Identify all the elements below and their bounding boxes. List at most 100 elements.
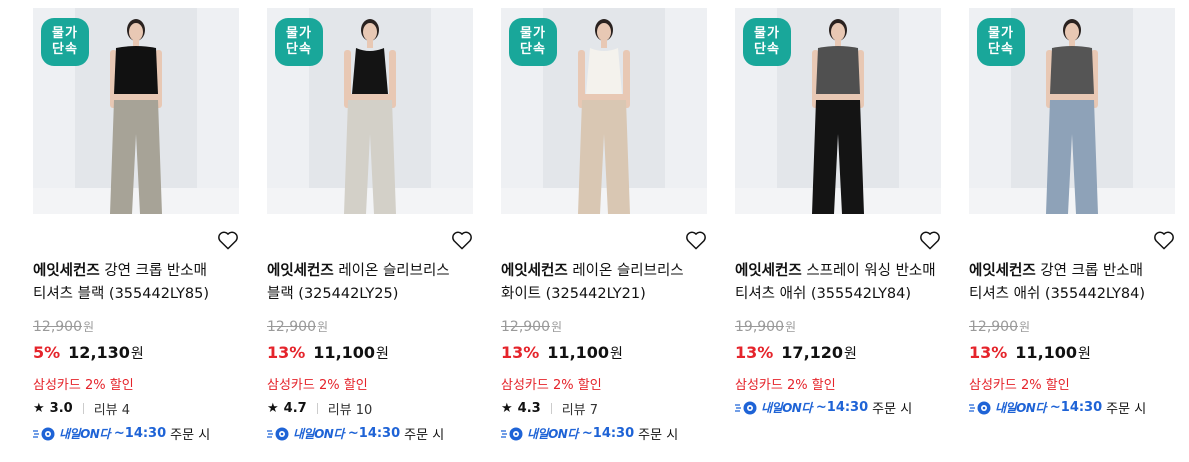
review-count[interactable]: 리뷰 7 xyxy=(562,399,598,418)
original-price-unit: 원 xyxy=(785,320,797,334)
product-image[interactable]: 물가 단속 xyxy=(33,8,239,214)
review-count[interactable]: 리뷰 10 xyxy=(328,399,373,418)
original-price-value: 12,900 xyxy=(969,319,1018,335)
sale-price-value: 11,100 xyxy=(313,343,376,362)
badge-line-2: 단속 xyxy=(988,42,1014,57)
sale-price-unit: 원 xyxy=(844,346,857,362)
star-icon: ★ xyxy=(501,401,513,416)
star-icon: ★ xyxy=(267,401,279,416)
brand-name: 에잇세컨즈 xyxy=(969,263,1036,279)
badge-line-1: 물가 xyxy=(520,26,546,41)
sale-price-unit: 원 xyxy=(1078,346,1091,362)
original-price-value: 12,900 xyxy=(267,319,316,335)
rating-score: 4.7 xyxy=(283,401,307,416)
card-discount: 삼성카드 2% 할인 xyxy=(735,378,836,393)
original-price: 12,900원 xyxy=(267,318,328,335)
delivery-cutoff-time: ~14:30 xyxy=(113,426,167,441)
delivery-info: 내일ON다 ~14:30 주문 시 xyxy=(501,424,678,443)
sale-price-value: 11,100 xyxy=(547,343,610,362)
heart-outline-icon[interactable] xyxy=(919,230,941,250)
badge-line-1: 물가 xyxy=(286,26,312,41)
delivery-cutoff-time: ~14:30 xyxy=(1049,400,1103,415)
delivery-cutoff-time: ~14:30 xyxy=(815,400,869,415)
sale-price: 5% 12,130원 xyxy=(33,343,144,363)
product-title[interactable]: 에잇세컨즈 강연 크롭 반소매 티셔츠 블랙 (355442LY85) xyxy=(33,260,239,306)
discount-rate: 13% xyxy=(735,343,774,362)
original-price-unit: 원 xyxy=(83,320,95,334)
sale-price-unit: 원 xyxy=(376,346,389,362)
model-photo xyxy=(110,19,162,214)
original-price: 12,900원 xyxy=(501,318,562,335)
delivery-cutoff-time: ~14:30 xyxy=(347,426,401,441)
product-card[interactable]: 물가 단속 에잇세컨즈 강연 크롭 반소매 티셔츠 블랙 (355442LY85… xyxy=(33,8,239,458)
discount-rate: 5% xyxy=(33,343,61,362)
product-card[interactable]: 물가 단속 에잇세컨즈 강연 크롭 반소매 티셔츠 애쉬 (355442LY84… xyxy=(969,8,1175,458)
delivery-suffix: 주문 시 xyxy=(638,428,679,443)
divider xyxy=(82,403,84,414)
sale-price: 13% 11,100원 xyxy=(267,343,389,363)
price-crackdown-badge: 물가 단속 xyxy=(275,18,323,66)
price-crackdown-badge: 물가 단속 xyxy=(509,18,557,66)
sale-price: 13% 17,120원 xyxy=(735,343,857,363)
product-title[interactable]: 에잇세컨즈 레이온 슬리브리스 블랙 (325442LY25) xyxy=(267,260,473,306)
sale-price-value: 17,120 xyxy=(781,343,844,362)
discount-rate: 13% xyxy=(501,343,540,362)
product-card[interactable]: 물가 단속 에잇세컨즈 스프레이 워싱 반소매 티셔츠 애쉬 (355542LY… xyxy=(735,8,941,458)
discount-rate: 13% xyxy=(267,343,306,362)
sale-price-unit: 원 xyxy=(610,346,623,362)
original-price-unit: 원 xyxy=(1019,320,1031,334)
badge-line-1: 물가 xyxy=(52,26,78,41)
heart-outline-icon[interactable] xyxy=(1153,230,1175,250)
original-price: 12,900원 xyxy=(969,318,1030,335)
delivery-truck-icon xyxy=(735,401,757,414)
brand-name: 에잇세컨즈 xyxy=(735,263,802,279)
badge-line-2: 단속 xyxy=(52,42,78,57)
card-discount: 삼성카드 2% 할인 xyxy=(267,378,368,393)
product-title[interactable]: 에잇세컨즈 스프레이 워싱 반소매 티셔츠 애쉬 (355542LY84) xyxy=(735,260,941,306)
model-photo xyxy=(578,19,630,214)
sale-price-value: 12,130 xyxy=(68,343,130,362)
brand-name: 에잇세컨즈 xyxy=(33,263,100,279)
badge-line-1: 물가 xyxy=(754,26,780,41)
product-title[interactable]: 에잇세컨즈 강연 크롭 반소매 티셔츠 애쉬 (355442LY84) xyxy=(969,260,1175,306)
review-count[interactable]: 리뷰 4 xyxy=(94,399,130,418)
delivery-info: 내일ON다 ~14:30 주문 시 xyxy=(969,398,1146,417)
brand-name: 에잇세컨즈 xyxy=(501,263,568,279)
product-image[interactable]: 물가 단속 xyxy=(969,8,1175,214)
heart-outline-icon[interactable] xyxy=(451,230,473,250)
original-price-value: 12,900 xyxy=(33,319,82,335)
divider xyxy=(316,403,318,414)
delivery-info: 내일ON다 ~14:30 주문 시 xyxy=(267,424,444,443)
product-title[interactable]: 에잇세컨즈 레이온 슬리브리스 화이트 (325442LY21) xyxy=(501,260,707,306)
delivery-label: 내일ON다 xyxy=(293,427,344,441)
product-image[interactable]: 물가 단속 xyxy=(267,8,473,214)
heart-outline-icon[interactable] xyxy=(217,230,239,250)
card-discount: 삼성카드 2% 할인 xyxy=(501,378,602,393)
card-discount: 삼성카드 2% 할인 xyxy=(969,378,1070,393)
delivery-label: 내일ON다 xyxy=(59,427,110,441)
rating-row: ★ 4.3 리뷰 7 xyxy=(501,399,598,418)
product-card[interactable]: 물가 단속 에잇세컨즈 레이온 슬리브리스 화이트 (325442LY21) 1… xyxy=(501,8,707,458)
delivery-suffix: 주문 시 xyxy=(1106,402,1147,417)
rating-row: ★ 4.7 리뷰 10 xyxy=(267,399,372,418)
delivery-cutoff-time: ~14:30 xyxy=(581,426,635,441)
heart-outline-icon[interactable] xyxy=(685,230,707,250)
product-image[interactable]: 물가 단속 xyxy=(501,8,707,214)
model-photo xyxy=(812,19,864,214)
delivery-truck-icon xyxy=(501,427,523,440)
rating-row: ★ 3.0 리뷰 4 xyxy=(33,399,130,418)
badge-line-1: 물가 xyxy=(988,26,1014,41)
model-photo xyxy=(344,19,396,214)
original-price-unit: 원 xyxy=(317,320,329,334)
badge-line-2: 단속 xyxy=(754,42,780,57)
badge-line-2: 단속 xyxy=(520,42,546,57)
product-image[interactable]: 물가 단속 xyxy=(735,8,941,214)
rating-score: 3.0 xyxy=(49,401,73,416)
original-price: 19,900원 xyxy=(735,318,796,335)
price-crackdown-badge: 물가 단속 xyxy=(743,18,791,66)
original-price-value: 19,900 xyxy=(735,319,784,335)
delivery-info: 내일ON다 ~14:30 주문 시 xyxy=(735,398,912,417)
sale-price: 13% 11,100원 xyxy=(969,343,1091,363)
product-card[interactable]: 물가 단속 에잇세컨즈 레이온 슬리브리스 블랙 (325442LY25) 12… xyxy=(267,8,473,458)
delivery-label: 내일ON다 xyxy=(527,427,578,441)
